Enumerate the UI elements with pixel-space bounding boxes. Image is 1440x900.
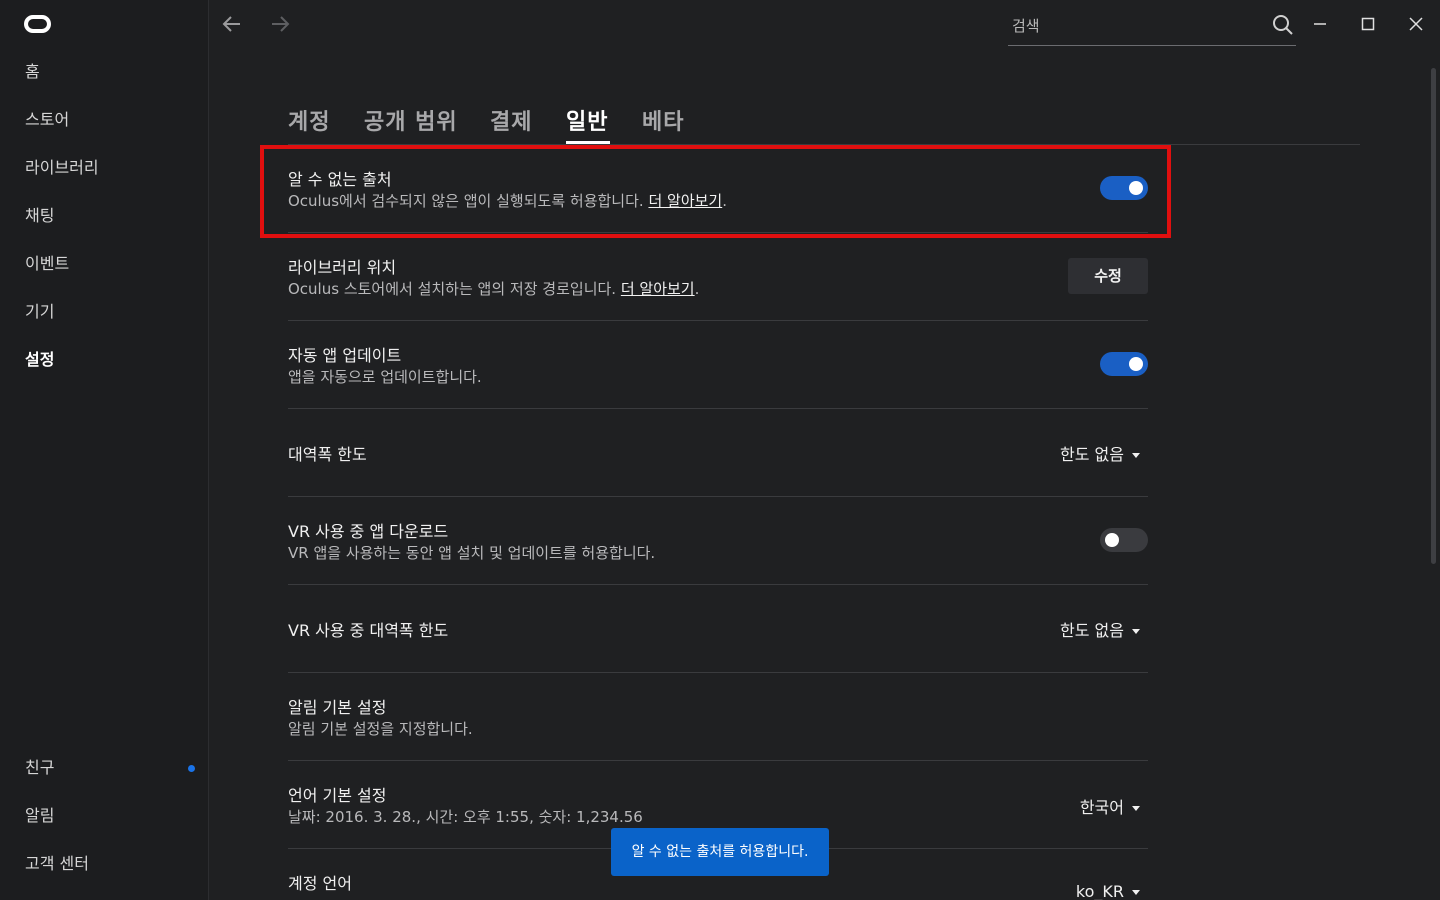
tab-general[interactable]: 일반	[566, 104, 608, 136]
top-bar	[209, 0, 1440, 48]
vr-bandwidth-dropdown[interactable]: 한도 없음	[1060, 617, 1140, 641]
tab-beta[interactable]: 베타	[642, 104, 684, 136]
oculus-logo-icon[interactable]	[24, 15, 51, 33]
learn-more-link[interactable]: 더 알아보기	[621, 280, 695, 298]
setting-vr-download: VR 사용 중 앱 다운로드 VR 앱을 사용하는 동안 앱 설치 및 업데이트…	[288, 496, 1148, 585]
search-icon[interactable]	[1272, 14, 1294, 36]
sidebar-item-support[interactable]: 고객 센터	[25, 853, 89, 875]
setting-title: 자동 앱 업데이트	[288, 346, 402, 365]
sidebar-item-settings[interactable]: 설정	[25, 349, 54, 371]
sidebar-item-friends[interactable]: 친구	[25, 757, 54, 779]
setting-description: 알림 기본 설정을 지정합니다.	[288, 720, 473, 738]
forward-arrow-icon[interactable]	[269, 13, 291, 35]
search-input[interactable]	[1010, 12, 1264, 40]
setting-library-location: 라이브러리 위치 Oculus 스토어에서 설치하는 앱의 저장 경로입니다. …	[288, 232, 1148, 321]
sidebar-item-notifications[interactable]: 알림	[25, 805, 54, 827]
sidebar-item-devices[interactable]: 기기	[25, 301, 54, 323]
sidebar-item-store[interactable]: 스토어	[25, 109, 69, 131]
setting-bandwidth-limit: 대역폭 한도 한도 없음	[288, 408, 1148, 497]
tab-account[interactable]: 계정	[288, 104, 330, 136]
scrollbar[interactable]	[1431, 68, 1436, 564]
setting-title: 언어 기본 설정	[288, 786, 387, 805]
search-box	[1008, 8, 1296, 46]
toggle-knob	[1129, 181, 1143, 195]
auto-update-toggle[interactable]	[1100, 352, 1148, 376]
bandwidth-dropdown[interactable]: 한도 없음	[1060, 441, 1140, 465]
minimize-icon[interactable]	[1309, 13, 1331, 35]
toggle-knob	[1129, 357, 1143, 371]
learn-more-link[interactable]: 더 알아보기	[648, 192, 722, 210]
caret-down-icon	[1132, 453, 1140, 458]
setting-description: VR 앱을 사용하는 동안 앱 설치 및 업데이트를 허용합니다.	[288, 544, 656, 562]
setting-description: Oculus에서 검수되지 않은 앱이 실행되도록 허용합니다. 더 알아보기.	[288, 192, 728, 210]
setting-title: VR 사용 중 대역폭 한도	[288, 621, 449, 640]
friends-notification-dot	[188, 765, 195, 772]
back-arrow-icon[interactable]	[221, 13, 243, 35]
maximize-icon[interactable]	[1357, 13, 1379, 35]
setting-vr-bandwidth-limit: VR 사용 중 대역폭 한도 한도 없음	[288, 584, 1148, 673]
caret-down-icon	[1132, 806, 1140, 811]
settings-tabs: 계정 공개 범위 결제 일반 베타	[288, 102, 1360, 145]
setting-description: 앱을 자동으로 업데이트합니다.	[288, 368, 482, 386]
sidebar-item-events[interactable]: 이벤트	[25, 253, 69, 275]
caret-down-icon	[1132, 890, 1140, 895]
caret-down-icon	[1132, 629, 1140, 634]
setting-title: 알 수 없는 출처	[288, 170, 392, 189]
edit-library-button[interactable]: 수정	[1068, 258, 1148, 294]
unknown-sources-toggle[interactable]	[1100, 176, 1148, 200]
sidebar-item-home[interactable]: 홈	[25, 61, 40, 83]
setting-title: VR 사용 중 앱 다운로드	[288, 522, 449, 541]
account-language-dropdown[interactable]: ko_KR	[1076, 882, 1140, 900]
setting-notification-preferences[interactable]: 알림 기본 설정 알림 기본 설정을 지정합니다.	[288, 672, 1148, 761]
setting-title: 라이브러리 위치	[288, 258, 397, 277]
setting-auto-update: 자동 앱 업데이트 앱을 자동으로 업데이트합니다.	[288, 320, 1148, 409]
vr-download-toggle[interactable]	[1100, 528, 1148, 552]
sidebar-item-chat[interactable]: 채팅	[25, 205, 54, 227]
setting-description: Oculus 스토어에서 설치하는 앱의 저장 경로입니다. 더 알아보기.	[288, 280, 700, 298]
toggle-knob	[1105, 533, 1119, 547]
setting-title: 알림 기본 설정	[288, 698, 387, 717]
setting-title: 대역폭 한도	[288, 445, 367, 464]
sidebar: 홈 스토어 라이브러리 채팅 이벤트 기기 설정 친구 알림 고객 센터	[0, 0, 209, 900]
tab-privacy[interactable]: 공개 범위	[364, 104, 458, 136]
tooltip-toast: 알 수 없는 출처를 허용합니다.	[611, 828, 829, 876]
setting-unknown-sources: 알 수 없는 출처 Oculus에서 검수되지 않은 앱이 실행되도록 허용합니…	[288, 144, 1148, 233]
close-icon[interactable]	[1405, 13, 1427, 35]
language-dropdown[interactable]: 한국어	[1080, 794, 1140, 818]
tab-payments[interactable]: 결제	[490, 104, 532, 136]
sidebar-item-library[interactable]: 라이브러리	[25, 157, 99, 179]
setting-description: 날짜: 2016. 3. 28., 시간: 오후 1:55, 숫자: 1,234…	[288, 808, 643, 826]
setting-title: 계정 언어	[288, 874, 352, 893]
